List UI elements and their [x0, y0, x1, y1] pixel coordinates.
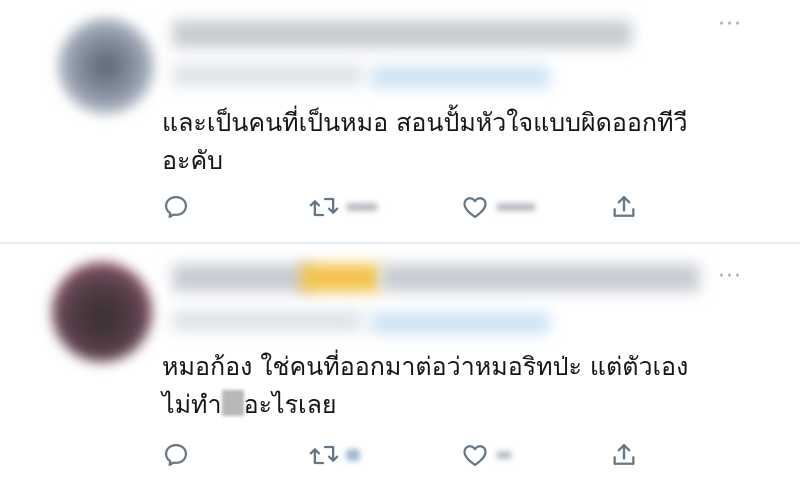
retweet-count: [346, 449, 360, 461]
author-handle: [172, 310, 362, 332]
author-name[interactable]: [380, 264, 700, 292]
action-bar: [0, 440, 800, 470]
censored-word: [221, 390, 244, 416]
tweet-text-line: อะคับ: [162, 146, 224, 175]
tweet-text-part: ไม่ทำ: [162, 390, 222, 419]
reply-button[interactable]: [162, 192, 190, 222]
like-button[interactable]: [460, 440, 512, 470]
like-count: [496, 451, 512, 459]
like-button[interactable]: [460, 192, 536, 222]
reply-to-link[interactable]: [370, 312, 550, 334]
like-icon: [463, 445, 487, 467]
share-icon: [613, 195, 635, 217]
tweet-text-line-2: ไม่ทำ อะไรเลย: [162, 390, 337, 419]
tweet[interactable]: ··· และเป็นคนที่เป็นหมอ สอนปั้มหัวใจแบบผ…: [0, 0, 800, 243]
tweet[interactable]: ··· หมอก้อง ใช่คนที่ออกมาต่อว่าหมอริทป่ะ…: [0, 244, 800, 500]
avatar[interactable]: [58, 18, 154, 114]
tweet-text: และเป็นคนที่เป็นหมอ สอนปั้มหัวใจแบบผิดออ…: [162, 104, 762, 180]
reply-to-link[interactable]: [370, 66, 550, 88]
action-bar: [0, 192, 800, 222]
tweet-text-part: อะไรเลย: [243, 390, 337, 419]
more-options-icon[interactable]: ···: [718, 12, 742, 37]
reply-icon: [164, 443, 188, 467]
retweet-count: [346, 203, 378, 211]
share-button[interactable]: [610, 440, 638, 470]
share-button[interactable]: [610, 192, 638, 222]
tweet-text-line: หมอก้อง ใช่คนที่ออกมาต่อว่าหมอริทป่ะ แต่…: [162, 352, 689, 381]
tweet-text: หมอก้อง ใช่คนที่ออกมาต่อว่าหมอริทป่ะ แต่…: [162, 348, 762, 424]
avatar[interactable]: [52, 262, 152, 362]
like-count: [496, 203, 536, 211]
tweet-text-line: และเป็นคนที่เป็นหมอ สอนปั้มหัวใจแบบผิดออ…: [162, 108, 688, 137]
reply-button[interactable]: [162, 440, 190, 470]
retweet-button[interactable]: [308, 440, 360, 470]
share-icon: [613, 443, 635, 465]
like-icon: [463, 197, 487, 219]
retweet-icon: [309, 445, 339, 465]
author-name[interactable]: [172, 264, 312, 292]
more-options-icon[interactable]: ···: [718, 264, 742, 289]
author-name-emoji: [300, 264, 380, 292]
author-handle: [172, 64, 362, 86]
retweet-icon: [309, 197, 339, 217]
reply-icon: [164, 195, 188, 219]
retweet-button[interactable]: [308, 192, 378, 222]
author-name[interactable]: [172, 20, 632, 48]
